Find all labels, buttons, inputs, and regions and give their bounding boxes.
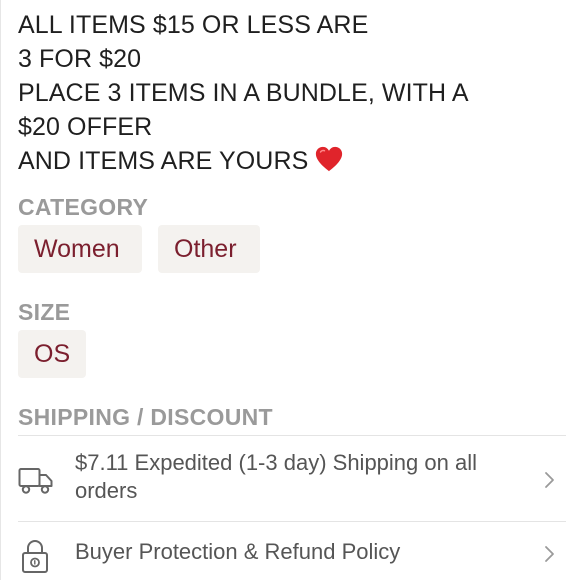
description-line-5-wrap: AND ITEMS ARE YOURS — [18, 144, 568, 178]
lock-icon — [22, 540, 48, 573]
truck-icon — [18, 468, 53, 494]
category-chip-other[interactable]: Other — [158, 225, 260, 273]
description-line-2: 3 FOR $20 — [18, 45, 142, 73]
size-section-title: SIZE — [18, 299, 71, 325]
chevron-right-icon — [545, 546, 554, 562]
description-line-3: PLACE 3 ITEMS IN A BUNDLE, WITH A — [18, 79, 469, 107]
listing-description: ALL ITEMS $15 OR LESS ARE 3 FOR $20 PLAC… — [18, 8, 568, 178]
listing-details-panel: ALL ITEMS $15 OR LESS ARE 3 FOR $20 PLAC… — [0, 0, 580, 580]
description-line-5: AND ITEMS ARE YOURS — [18, 147, 309, 175]
buyer-protection-row[interactable]: Buyer Protection & Refund Policy — [18, 521, 566, 580]
category-chip-women[interactable]: Women — [18, 225, 142, 273]
chevron-right-icon — [545, 472, 554, 488]
buyer-protection-text: Buyer Protection & Refund Policy — [75, 539, 401, 564]
heart-icon — [316, 146, 343, 172]
shipping-option-text: $7.11 Expedited (1-3 day) Shipping on al… — [75, 450, 477, 503]
description-line-1: ALL ITEMS $15 OR LESS ARE — [18, 11, 369, 39]
shipping-section-title: SHIPPING / DISCOUNT — [18, 404, 273, 430]
shipping-option-row[interactable]: $7.11 Expedited (1-3 day) Shipping on al… — [18, 435, 566, 521]
description-line-4: $20 OFFER — [18, 113, 153, 141]
category-section-title: CATEGORY — [18, 194, 149, 220]
size-chip-os[interactable]: OS — [18, 330, 86, 378]
